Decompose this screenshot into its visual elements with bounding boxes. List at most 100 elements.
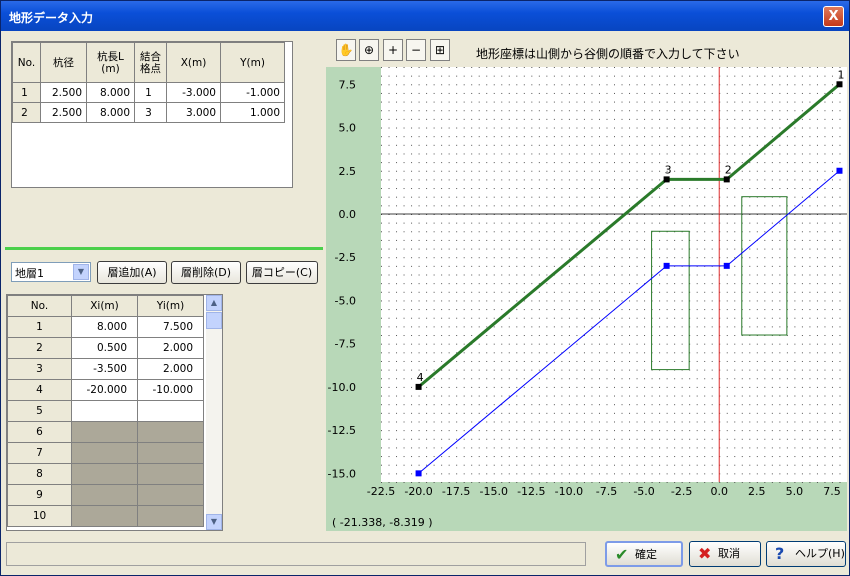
table-row[interactable]: 10	[7, 505, 204, 527]
x-tick-label: -17.5	[442, 485, 470, 498]
coord-table-cell[interactable]: 1	[7, 316, 72, 338]
pile-table-header: No.	[12, 42, 41, 83]
coord-table-cell[interactable]: 3	[7, 358, 72, 380]
coord-table-cell[interactable]: 8.000	[71, 316, 138, 338]
coord-table-cell[interactable]: 10	[7, 505, 72, 527]
copy-layer-button[interactable]: 層コピー(C)	[246, 261, 318, 284]
series-point	[415, 383, 422, 390]
table-row[interactable]: 7	[7, 442, 204, 464]
scroll-up-icon[interactable]: ▲	[206, 295, 222, 311]
coord-table-cell[interactable]: 6	[7, 421, 72, 443]
coord-table-cell[interactable]	[71, 484, 138, 506]
table-row[interactable]: 8	[7, 463, 204, 485]
fit-icon[interactable]: ⊞	[430, 39, 450, 61]
y-tick-label: -2.5	[335, 251, 356, 264]
table-row[interactable]: 1 2.500 8.000 1 -3.000 -1.000	[12, 82, 285, 103]
pile-table-cell[interactable]: -3.000	[166, 82, 221, 103]
pile-table-header: Y(m)	[220, 42, 285, 83]
x-tick-label: -15.0	[480, 485, 508, 498]
pile-table-header: 杭長L (m)	[86, 42, 135, 83]
scroll-down-icon[interactable]: ▼	[206, 514, 222, 530]
pile-table-cell[interactable]: 2.500	[40, 82, 87, 103]
coord-table-cell[interactable]	[137, 463, 204, 485]
pile-table-cell[interactable]: 1	[12, 82, 41, 103]
table-row[interactable]: 5	[7, 400, 204, 422]
coord-table-cell[interactable]	[71, 421, 138, 443]
coord-table-cell[interactable]: 7.500	[137, 316, 204, 338]
coord-table-header: Xi(m)	[71, 295, 138, 317]
scroll-thumb[interactable]	[206, 312, 222, 329]
point-label: 3	[665, 163, 672, 176]
coord-table-header: Yi(m)	[137, 295, 204, 317]
coord-table-cell[interactable]	[137, 400, 204, 422]
coord-table-cell[interactable]: 2	[7, 337, 72, 359]
cancel-button[interactable]: ✖ 取消	[689, 541, 761, 567]
status-bar	[6, 542, 586, 566]
table-row[interactable]: 4 -20.000 -10.000	[7, 379, 204, 401]
pile-table-cell[interactable]: 3	[134, 102, 167, 123]
cancel-label: 取消	[718, 547, 740, 560]
table-row[interactable]: 1 8.000 7.500	[7, 316, 204, 338]
delete-layer-button[interactable]: 層削除(D)	[171, 261, 241, 284]
table-row[interactable]: 6	[7, 421, 204, 443]
coord-table-cell[interactable]: -10.000	[137, 379, 204, 401]
hand-icon[interactable]: ✋	[336, 39, 356, 61]
coord-table-cell[interactable]	[137, 421, 204, 443]
add-layer-button[interactable]: 層追加(A)	[97, 261, 167, 284]
coord-table-cell[interactable]	[71, 505, 138, 527]
pile-table-cell[interactable]: -1.000	[220, 82, 285, 103]
pile-table-cell[interactable]: 2	[12, 102, 41, 123]
table-row[interactable]: 2 0.500 2.000	[7, 337, 204, 359]
input-hint: 地形座標は山側から谷側の順番で入力して下さい	[476, 47, 740, 61]
y-tick-label: -15.0	[328, 467, 356, 480]
pile-table-header: X(m)	[166, 42, 221, 83]
x-tick-label: -22.5	[367, 485, 395, 498]
coord-table-cell[interactable]	[71, 400, 138, 422]
coordinate-table: No. Xi(m) Yi(m) 1 8.000 7.500 2 0.500 2.000 3 -3.5…	[6, 294, 223, 531]
terrain-chart[interactable]: 7.55.02.50.0-2.5-5.0-7.5-10.0-12.5-15.0-…	[326, 67, 847, 531]
coord-table-cell[interactable]: -3.500	[71, 358, 138, 380]
coord-table-cell[interactable]: 2.000	[137, 337, 204, 359]
zoom-out-icon[interactable]: −	[406, 39, 426, 61]
pile-table-cell[interactable]: 8.000	[86, 82, 135, 103]
x-tick-label: -10.0	[555, 485, 583, 498]
coord-table-cell[interactable]: 7	[7, 442, 72, 464]
panel-splitter[interactable]	[5, 247, 323, 250]
pile-table-header: 結合 格点	[134, 42, 167, 83]
terrain-input-window: 地形データ入力 X No. 杭径 杭長L (m) 結合 格点 X(m) Y(m) 1 2.50…	[0, 0, 850, 576]
table-row[interactable]: 2 2.500 8.000 3 3.000 1.000	[12, 102, 285, 123]
table-row[interactable]: 9	[7, 484, 204, 506]
x-tick-label: -2.5	[671, 485, 692, 498]
coord-table-cell[interactable]: 0.500	[71, 337, 138, 359]
coord-table-cell[interactable]	[71, 442, 138, 464]
pile-table-cell[interactable]: 3.000	[166, 102, 221, 123]
pile-table-cell[interactable]: 2.500	[40, 102, 87, 123]
series-point	[836, 167, 843, 174]
coord-table-cell[interactable]: 4	[7, 379, 72, 401]
pile-table-cell[interactable]: 8.000	[86, 102, 135, 123]
coord-table-cell[interactable]: 9	[7, 484, 72, 506]
layer-select[interactable]: 地層1 ▼	[11, 262, 91, 282]
coord-table-cell[interactable]	[71, 463, 138, 485]
x-tick-label: 0.0	[710, 485, 728, 498]
coord-table-cell[interactable]	[137, 484, 204, 506]
zoom-in-icon[interactable]: +	[383, 39, 403, 61]
coord-table-cell[interactable]: 5	[7, 400, 72, 422]
help-button[interactable]: ? ヘルプ(H)	[766, 541, 846, 567]
series-point	[723, 262, 730, 269]
layer-select-value: 地層1	[15, 267, 44, 280]
close-button[interactable]: X	[823, 6, 844, 27]
vertical-scrollbar[interactable]: ▲ ▼	[206, 295, 222, 530]
table-row[interactable]: 3 -3.500 2.000	[7, 358, 204, 380]
ok-button[interactable]: ✔ 確定	[605, 541, 683, 567]
coord-table-cell[interactable]	[137, 442, 204, 464]
x-tick-label: 2.5	[748, 485, 766, 498]
chevron-down-icon[interactable]: ▼	[73, 264, 89, 280]
coord-table-cell[interactable]: 2.000	[137, 358, 204, 380]
coord-table-cell[interactable]: -20.000	[71, 379, 138, 401]
coord-table-cell[interactable]: 8	[7, 463, 72, 485]
pile-table-cell[interactable]: 1	[134, 82, 167, 103]
pile-table-cell[interactable]: 1.000	[220, 102, 285, 123]
zoom-area-icon[interactable]: ⊕	[359, 39, 379, 61]
coord-table-cell[interactable]	[137, 505, 204, 527]
